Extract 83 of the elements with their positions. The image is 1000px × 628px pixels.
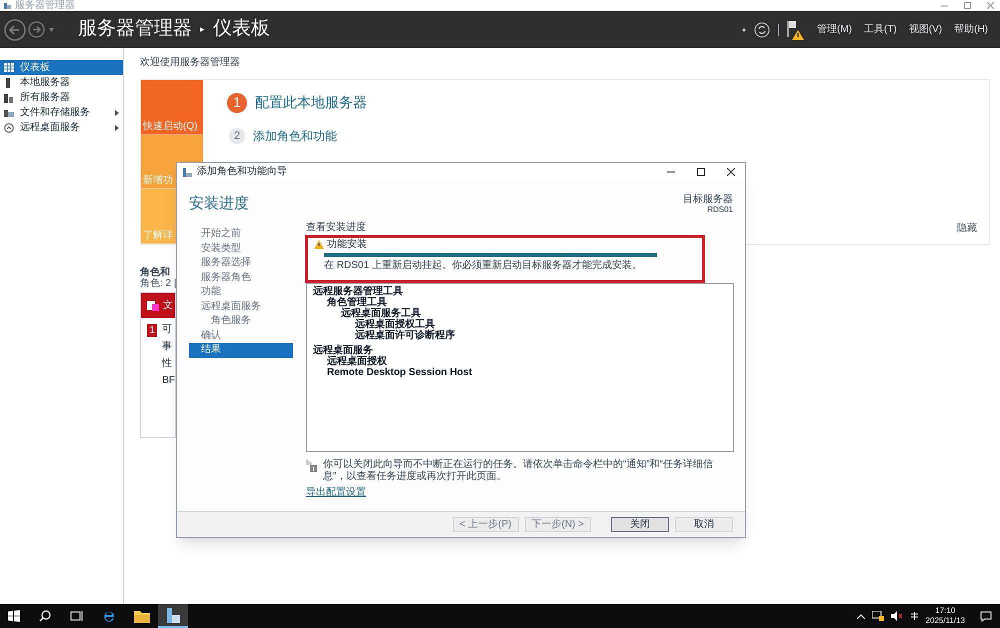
tile-label[interactable]: 快速启动(Q) [143, 120, 198, 132]
input-method-icon[interactable] [910, 611, 919, 621]
tree-item: 远程桌面授权工具 [354, 319, 435, 330]
back-button[interactable] [4, 18, 26, 40]
tile[interactable]: 快速启动(Q) [141, 80, 203, 135]
wizard-step[interactable]: 远程桌面服务 [189, 300, 293, 314]
menu-item[interactable]: 工具(T) [864, 22, 897, 37]
task-view-icon[interactable] [70, 610, 84, 622]
expand-arrow-icon [115, 124, 119, 130]
clock-date: 2025/11/13 [926, 616, 965, 626]
card-line: 可 [162, 324, 174, 336]
info-icon [306, 459, 317, 472]
section-title: 角色和 [140, 267, 170, 278]
welcome-title: 欢迎使用服务器管理器 [140, 57, 240, 69]
menu-item[interactable]: 管理(M) [816, 22, 852, 37]
card-line: 性 [162, 358, 174, 370]
app-icon [4, 2, 11, 9]
tree-item: 远程服务器管理工具 [313, 286, 404, 297]
sidebar-item[interactable]: 文件和存储服务 [0, 105, 123, 120]
tree-item: Remote Desktop Session Host [326, 367, 474, 378]
server-manager-taskbar-button[interactable] [158, 604, 188, 628]
servers-icon [4, 92, 14, 102]
wizard-step[interactable]: 服务器角色 [189, 270, 293, 285]
wizard-step[interactable]: 功能 [189, 285, 293, 300]
sidebar-item[interactable]: 远程桌面服务 [0, 120, 123, 135]
card-title: 文 [163, 298, 173, 313]
page-title: 仪表板 [213, 17, 270, 42]
wizard-icon [183, 168, 192, 176]
folder-icon[interactable] [134, 610, 150, 622]
clock-time: 17:10 [935, 606, 956, 616]
warning-icon [314, 240, 324, 249]
target-server-label: 目标服务器 [683, 195, 733, 205]
step-link[interactable]: 配置此本地服务器 [255, 92, 367, 113]
hide-link[interactable]: 隐藏 [957, 221, 977, 236]
card-line: BF [162, 375, 175, 387]
export-settings-link[interactable]: 导出配置设置 [306, 487, 366, 498]
sidebar-item[interactable]: 所有服务器 [0, 90, 123, 105]
refresh-icon[interactable] [754, 22, 770, 38]
wizard-step[interactable]: 服务器选择 [189, 256, 293, 270]
tree-item: 角色管理工具 [326, 297, 388, 308]
notification-icon[interactable] [980, 610, 992, 622]
step-number: 1 [227, 92, 247, 112]
wizard-step[interactable]: 确认 [189, 328, 293, 343]
section-label: 查看安装进度 [306, 222, 367, 233]
wizard-step[interactable]: 角色服务 [189, 314, 293, 328]
wizard-button[interactable]: 关闭 [611, 517, 669, 532]
window-title: 服务器管理器 [15, 0, 75, 11]
tree-item: 远程桌面授权 [326, 356, 388, 367]
network-icon[interactable] [872, 611, 884, 621]
search-icon[interactable] [39, 610, 51, 622]
tree-item: 远程桌面服务工具 [340, 308, 422, 319]
step-link[interactable]: 添加角色和功能 [253, 127, 337, 145]
dashboard-icon [4, 62, 14, 72]
card-line: 事 [162, 341, 174, 353]
app-title: 服务器管理器 [78, 17, 192, 42]
menu-item[interactable]: 帮助(H) [954, 22, 988, 37]
sidebar-item[interactable]: 本地服务器 [0, 75, 123, 90]
count-badge: 1 [147, 324, 158, 337]
target-server-name: RDS01 [707, 205, 733, 214]
volume-icon[interactable] [890, 611, 903, 621]
sidebar-item[interactable]: 仪表板 [0, 60, 123, 75]
menu-item[interactable]: 视图(V) [908, 22, 942, 37]
folder-icon [147, 300, 159, 311]
wizard-step[interactable]: 安装类型 [189, 242, 293, 256]
forward-button[interactable] [28, 21, 45, 38]
close-button[interactable] [727, 168, 735, 176]
tree-item: 远程桌面许可诊断程序 [354, 330, 456, 341]
server-manager-icon [166, 608, 180, 622]
notification-flag-icon[interactable] [786, 18, 805, 40]
breadcrumb-separator: ▸ [200, 22, 205, 36]
info-text: 你可以关闭此向导而不中断正在运行的任务。请依次单击命令栏中的“通知”和“任务详细信息”，以查看任务进度或再次打开此页面。 [323, 459, 714, 483]
wizard-button[interactable]: 取消 [675, 517, 733, 532]
status-title: 功能安装 [327, 239, 367, 250]
storage-icon [4, 108, 14, 118]
maximize-button[interactable] [697, 168, 705, 176]
start-button[interactable] [8, 610, 20, 622]
tree-item: 远程桌面服务 [313, 345, 373, 356]
step-number: 2 [229, 128, 245, 144]
status-message: 在 RDS01 上重新启动挂起。你必须重新启动目标服务器才能完成安装。 [324, 260, 643, 271]
expand-arrow-icon [115, 110, 119, 116]
section-subtitle: 角色: 2 | [140, 278, 176, 289]
wizard-step[interactable]: 结果 [189, 343, 293, 358]
chevron-up-icon[interactable] [856, 614, 865, 618]
